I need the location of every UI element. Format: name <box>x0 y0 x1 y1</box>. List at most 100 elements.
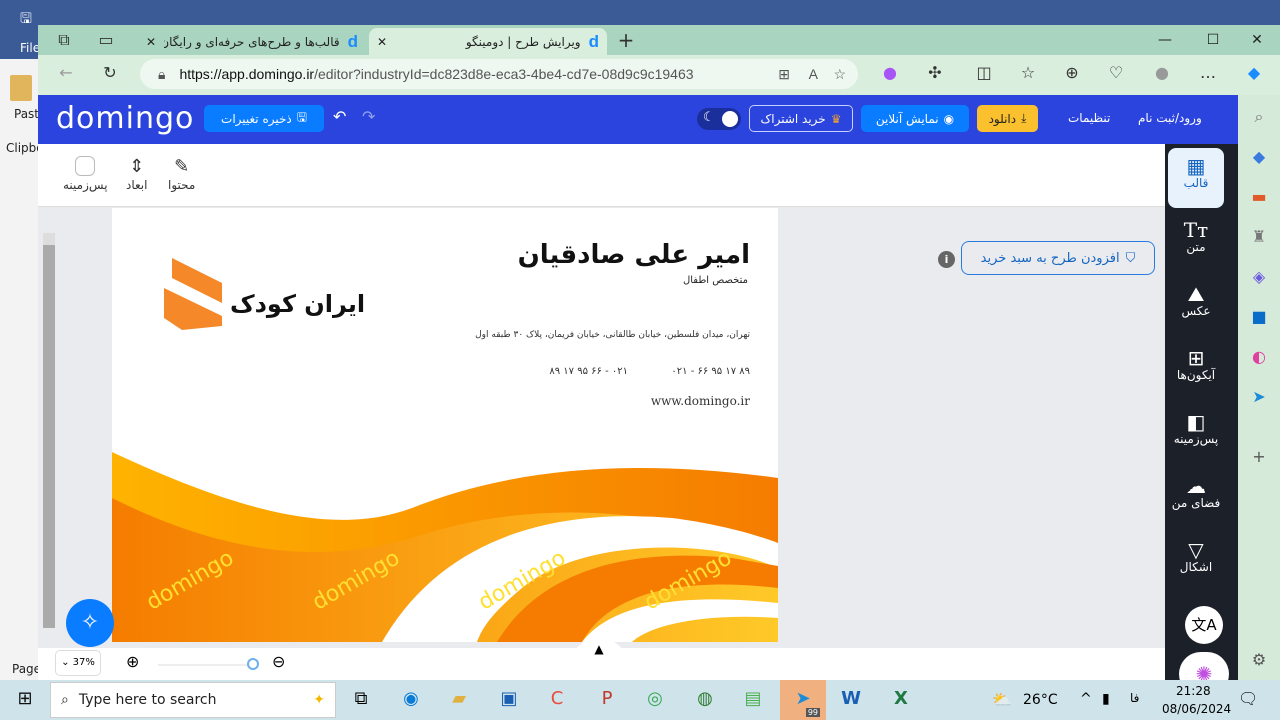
app-p-icon[interactable]: P <box>590 688 624 709</box>
add-to-cart-label: افزودن طرح به سبد خرید <box>980 250 1120 266</box>
windows-start-icon[interactable]: ⊞ <box>8 688 42 709</box>
address-text[interactable]: تهران، میدان فلسطین، خیابان طالقانی، خیا… <box>475 330 750 340</box>
new-tab-button[interactable]: + <box>614 28 638 52</box>
word-file-tab[interactable]: File <box>0 24 40 59</box>
app-available-icon[interactable]: ⊞ <box>778 66 790 83</box>
phone-2[interactable]: ۰۲۱ - ۶۶ ۹۵ ۱۷ ۸۹ <box>548 366 628 377</box>
save-changes-button[interactable]: 🖫 ذخیره تغییرات <box>204 105 324 132</box>
more-menu-icon[interactable]: … <box>1196 63 1220 82</box>
favorites-icon[interactable]: ☆ <box>1016 63 1040 82</box>
taskbar-search-input[interactable]: ⌕ Type here to search ✦ <box>50 682 336 718</box>
chrome-icon[interactable]: ◎ <box>638 688 672 709</box>
edge-taskbar-icon[interactable]: ◉ <box>394 688 428 709</box>
sidebar-item-icons[interactable]: ⊞ آیکون‌ها <box>1168 340 1224 400</box>
sidebar-item-background[interactable]: ◧ پس‌زمینه <box>1168 404 1224 464</box>
weather-icon[interactable]: ⛅ <box>992 690 1012 709</box>
info-icon[interactable]: i <box>938 251 955 268</box>
refresh-icon[interactable]: ↻ <box>98 63 122 82</box>
content-tool[interactable]: ✎ محتوا <box>168 156 195 192</box>
url-field[interactable]: 🔒︎ https://app.domingo.ir/editor?industr… <box>140 59 858 89</box>
company-name[interactable]: ایران کودک <box>230 290 365 318</box>
buy-subscription-button[interactable]: ♛ خرید اشتراک <box>749 105 853 132</box>
app-c-icon[interactable]: C <box>540 688 574 709</box>
clock-date[interactable]: 08/06/2024 <box>1162 702 1231 716</box>
sidebar-item-my-space[interactable]: ☁ فضای من <box>1168 468 1224 528</box>
sidebar-item-image[interactable]: ⛰ عکس <box>1168 276 1224 336</box>
login-signup-link[interactable]: ورود/ثبت نام <box>1138 111 1202 125</box>
zoom-slider[interactable] <box>158 658 259 670</box>
extensions-icon[interactable]: ✣ <box>923 63 947 82</box>
file-explorer-icon[interactable]: ▰ <box>442 688 476 709</box>
sidebar-settings-icon[interactable]: ⚙ <box>1238 650 1280 669</box>
add-to-cart-button[interactable]: ⛉ افزودن طرح به سبد خرید <box>961 241 1155 275</box>
workspaces-icon[interactable]: ⧉ <box>52 30 76 50</box>
close-window-button[interactable]: ✕ <box>1234 25 1280 55</box>
sidebar-item-text[interactable]: Tт متن <box>1168 212 1224 272</box>
maximize-button[interactable]: ☐ <box>1190 25 1236 55</box>
outlook-icon[interactable]: ■ <box>1238 307 1280 326</box>
read-aloud-icon[interactable]: A <box>809 66 818 82</box>
favorite-star-icon[interactable]: ☆ <box>833 66 846 83</box>
minimize-button[interactable]: — <box>1142 25 1188 55</box>
task-view-icon[interactable]: ⧉ <box>344 688 378 709</box>
job-title[interactable]: متخصص اطفال <box>683 275 748 286</box>
temperature[interactable]: 26°C <box>1023 692 1058 708</box>
background-tool[interactable]: پس‌زمینه <box>63 156 108 192</box>
notifications-icon[interactable]: 🗨 <box>1238 689 1258 708</box>
translate-button[interactable]: 文A <box>1185 606 1223 644</box>
zoom-level-dropdown[interactable]: ⌄ 37% <box>55 650 101 676</box>
paste-icon[interactable] <box>10 75 32 101</box>
dimensions-tool[interactable]: ⇕ ابعاد <box>126 156 147 192</box>
copilot-brain-icon[interactable]: ● <box>878 63 902 82</box>
tray-chevron-icon[interactable]: ^ <box>1080 691 1092 707</box>
back-icon[interactable]: ← <box>54 63 78 82</box>
add-sidebar-app-icon[interactable]: + <box>1238 447 1280 466</box>
browser-essentials-icon[interactable]: ♡ <box>1104 63 1128 82</box>
phone-1[interactable]: ۰۲۱ - ۶۶ ۹۵ ۱۷ ۸۹ <box>671 366 750 377</box>
app-green-icon[interactable]: ▤ <box>736 688 770 709</box>
tab-title: ویرایش طرح | دومینگو <box>465 34 581 49</box>
online-preview-button[interactable]: ◉ نمایش آنلاین <box>861 105 969 132</box>
telegram-taskbar-button[interactable]: ➤ 99 <box>780 680 826 720</box>
tab-editor[interactable]: d ویرایش طرح | دومینگو ✕ <box>369 28 607 55</box>
sidebar-item-template[interactable]: ▦ قالب <box>1168 148 1224 208</box>
tab-templates[interactable]: d قالب‌ها و طرح‌های حرفه‌ای و رایگان ✕ <box>138 28 366 55</box>
settings-link[interactable]: تنظیمات <box>1068 111 1110 125</box>
redo-icon[interactable]: ↷ <box>362 107 375 126</box>
business-card[interactable]: ایران کودک امیر علی صادقیان متخصص اطفال … <box>112 208 778 642</box>
magic-wand-button[interactable]: ✧ <box>66 599 114 647</box>
domingo-logo[interactable]: domingo <box>56 101 194 136</box>
toolbox-icon[interactable]: ▬ <box>1238 187 1280 206</box>
split-screen-icon[interactable]: ◫ <box>972 63 996 82</box>
search-icon[interactable]: ⌕ <box>1238 107 1280 127</box>
clock-time[interactable]: 21:28 <box>1176 684 1211 698</box>
office-icon[interactable]: ◈ <box>1238 267 1280 286</box>
sidebar-item-shapes[interactable]: ▽ اشکال <box>1168 532 1224 592</box>
website-text[interactable]: www.domingo.ir <box>651 394 750 408</box>
resize-icon: ⇕ <box>129 156 145 177</box>
close-tab-icon[interactable]: ✕ <box>146 35 156 49</box>
download-manager-icon[interactable]: ◍ <box>688 688 722 709</box>
language-indicator[interactable]: فا <box>1130 691 1139 705</box>
battery-icon[interactable]: ▮ <box>1102 691 1110 707</box>
collections-icon[interactable]: ⊕ <box>1060 63 1084 82</box>
games-icon[interactable]: ♜ <box>1238 227 1280 246</box>
download-button[interactable]: ⤓ دانلود <box>977 105 1038 132</box>
undo-icon[interactable]: ↶ <box>333 107 346 126</box>
copilot-icon[interactable]: ◆ <box>1242 63 1266 82</box>
excel-icon[interactable]: X <box>884 688 918 709</box>
designer-icon[interactable]: ◐ <box>1238 347 1280 366</box>
tab-actions-icon[interactable]: ▭ <box>94 30 118 49</box>
shopping-tag-icon[interactable]: ◆ <box>1238 147 1280 166</box>
vertical-scrollbar[interactable] <box>43 233 55 628</box>
person-name[interactable]: امیر علی صادقیان <box>518 240 750 270</box>
store-icon[interactable]: ▣ <box>492 688 526 709</box>
zoom-slider-knob[interactable] <box>247 658 259 670</box>
word-icon[interactable]: W <box>834 688 868 709</box>
close-tab-icon[interactable]: ✕ <box>377 35 387 49</box>
zoom-in-icon[interactable]: ⊕ <box>126 652 139 671</box>
zoom-out-icon[interactable]: ⊖ <box>272 652 285 671</box>
dark-mode-toggle[interactable]: ☾ <box>697 108 741 130</box>
profile-avatar[interactable]: ● <box>1150 63 1174 82</box>
telegram-icon[interactable]: ➤ <box>1238 387 1280 406</box>
